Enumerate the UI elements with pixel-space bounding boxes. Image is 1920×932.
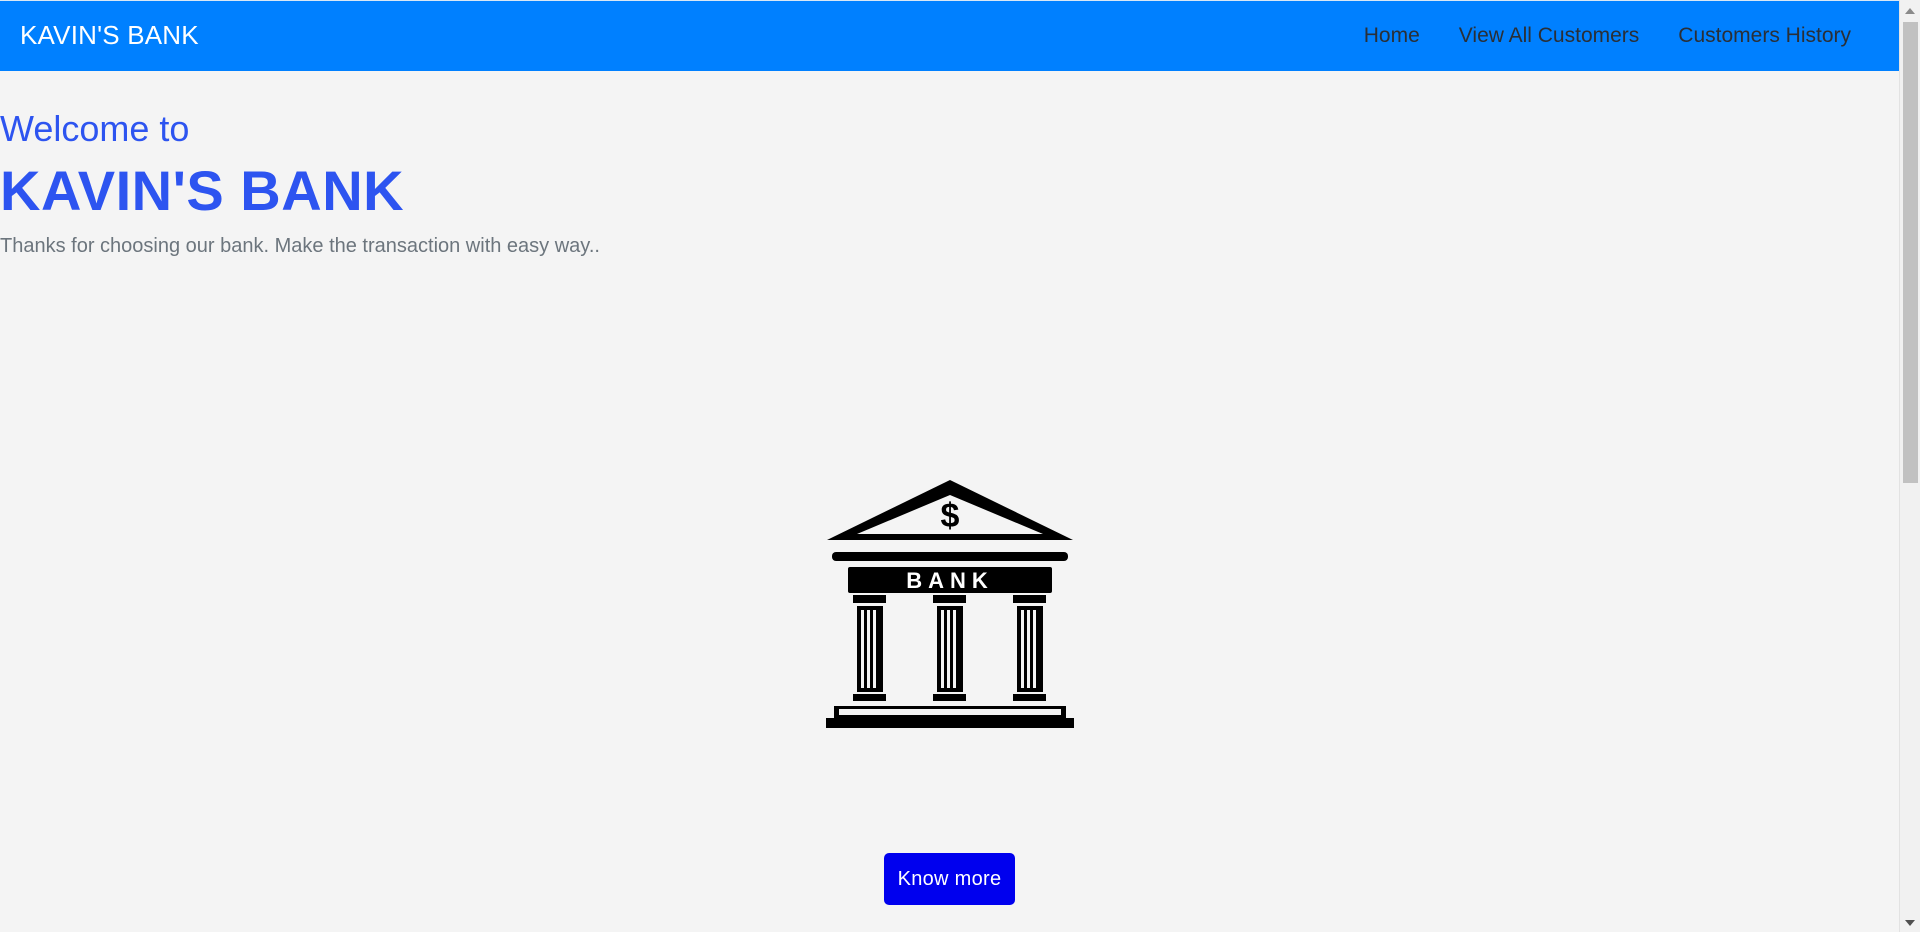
nav-link-home[interactable]: Home <box>1364 24 1420 48</box>
page: KAVIN'S BANK Home View All Customers Cus… <box>0 0 1920 932</box>
nav-link-customers-history[interactable]: Customers History <box>1678 24 1851 48</box>
welcome-heading: Welcome to <box>0 108 190 149</box>
bank-title: KAVIN'S BANK <box>0 159 405 222</box>
know-more-button[interactable]: Know more <box>884 853 1015 905</box>
bank-building-icon: $ BANK <box>826 480 1074 728</box>
brand-link[interactable]: KAVIN'S BANK <box>20 20 199 51</box>
tagline: Thanks for choosing our bank. Make the t… <box>0 235 600 257</box>
vertical-scrollbar[interactable] <box>1899 0 1920 932</box>
top-navbar: KAVIN'S BANK Home View All Customers Cus… <box>0 0 1899 71</box>
scrollbar-thumb[interactable] <box>1903 22 1918 483</box>
scroll-down-arrow-icon[interactable] <box>1905 920 1915 926</box>
nav-links: Home View All Customers Customers Histor… <box>1364 24 1851 48</box>
nav-link-view-all-customers[interactable]: View All Customers <box>1459 24 1640 48</box>
scroll-up-arrow-icon[interactable] <box>1905 8 1915 14</box>
dollar-sign: $ <box>941 497 960 535</box>
bank-sign-text: BANK <box>906 568 994 593</box>
